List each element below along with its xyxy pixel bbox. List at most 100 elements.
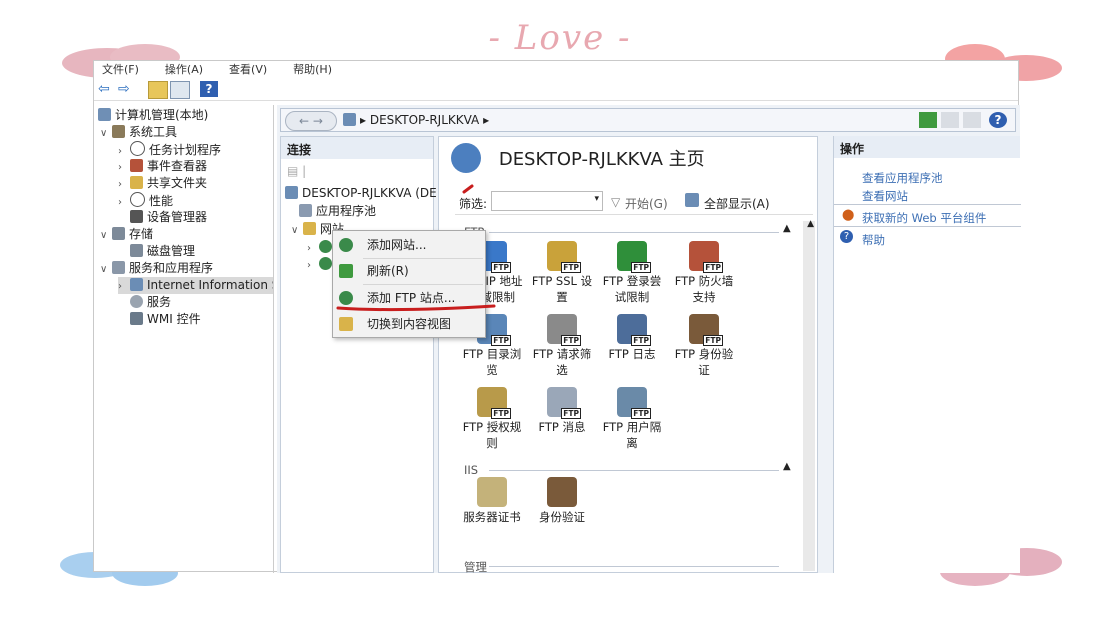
tree-device-manager[interactable]: 设备管理器: [130, 209, 207, 226]
feature-tile[interactable]: FTP FTP 用户隔离: [599, 387, 665, 451]
feature-icon: FTP: [617, 387, 651, 419]
device-manager-icon: [130, 210, 143, 223]
actions-divider: [834, 204, 1021, 205]
get-web-platform-link[interactable]: 获取新的 Web 平台组件: [862, 210, 986, 226]
scroll-up-icon[interactable]: ▲: [807, 219, 814, 229]
show-all-button[interactable]: 全部显示(A): [704, 195, 770, 212]
menu-separator: [363, 284, 483, 285]
tree-iis[interactable]: › Internet Information S: [118, 277, 273, 295]
collapse-ftp-icon[interactable]: ▲: [783, 223, 791, 234]
chevron-down-icon[interactable]: ∨: [100, 261, 112, 278]
tree-event-viewer[interactable]: › 事件查看器: [118, 158, 207, 175]
tree-device-manager-label: 设备管理器: [147, 210, 208, 224]
computer-icon: [98, 108, 111, 121]
conn-toolbar: ▤ |: [287, 164, 307, 178]
home-icon[interactable]: [963, 112, 981, 128]
feature-label: FTP 防火墙支持: [674, 274, 734, 304]
filter-label: 筛选:: [459, 197, 488, 211]
section-iis-divider: [489, 470, 779, 471]
feature-tile[interactable]: 服务器证书: [459, 477, 525, 525]
help-dropdown-icon[interactable]: ?: [989, 112, 1007, 128]
feature-tile[interactable]: FTP FTP 防火墙支持: [671, 241, 737, 305]
view-sites-link[interactable]: 查看网站: [862, 188, 908, 204]
chevron-down-icon[interactable]: ▾: [594, 194, 599, 204]
conn-server[interactable]: DESKTOP-RJLKKVA (DE: [285, 185, 437, 202]
feature-icon: FTP: [477, 387, 511, 419]
chevron-down-icon[interactable]: ∨: [100, 125, 112, 142]
tree-services[interactable]: 服务: [130, 294, 171, 311]
conn-server-label: DESKTOP-RJLKKVA (DE: [302, 186, 437, 200]
actions-title: 操作: [834, 136, 1020, 158]
tree-root[interactable]: 计算机管理(本地): [98, 107, 208, 124]
chevron-down-icon[interactable]: ∨: [100, 227, 112, 244]
feature-tile[interactable]: FTP FTP 授权规则: [459, 387, 525, 451]
chevron-right-icon[interactable]: ›: [118, 278, 130, 295]
feature-tile[interactable]: FTP FTP 登录尝试限制: [599, 241, 665, 305]
show-hide-tree-icon[interactable]: [170, 81, 190, 99]
feature-tile[interactable]: 身份验证: [529, 477, 595, 525]
feature-tile[interactable]: FTP FTP 日志: [599, 314, 665, 362]
menu-refresh[interactable]: 刷新(R): [333, 259, 485, 283]
help-icon[interactable]: ?: [200, 81, 218, 97]
menu-file[interactable]: 文件(F): [102, 63, 139, 75]
help-icon: ?: [840, 230, 853, 243]
tree-task-scheduler[interactable]: › 任务计划程序: [118, 141, 221, 158]
feature-tile[interactable]: FTP FTP 消息: [529, 387, 595, 435]
feature-tile[interactable]: FTP FTP SSL 设置: [529, 241, 595, 305]
tree-wmi-label: WMI 控件: [147, 312, 201, 326]
tree-shared-folders[interactable]: › 共享文件夹: [118, 175, 207, 192]
tree-wmi[interactable]: WMI 控件: [130, 311, 201, 328]
actions-divider-2: [834, 226, 1021, 227]
refresh-icon[interactable]: [919, 112, 937, 128]
iis-icon: [130, 278, 143, 291]
up-folder-icon[interactable]: [148, 81, 168, 99]
conn-app-pools[interactable]: 应用程序池: [299, 203, 376, 220]
tree-disk-management[interactable]: 磁盘管理: [130, 243, 195, 260]
back-arrow-icon[interactable]: ⇦: [98, 81, 116, 97]
chevron-right-icon[interactable]: ›: [118, 176, 130, 193]
ftp-badge: FTP: [561, 408, 581, 419]
chevron-right-icon[interactable]: ›: [307, 257, 319, 274]
feature-label: FTP 目录浏览: [462, 347, 522, 377]
forward-arrow-icon[interactable]: ⇨: [118, 81, 136, 97]
view-app-pools-link[interactable]: 查看应用程序池: [862, 170, 943, 186]
tree-storage[interactable]: ∨ 存储: [100, 226, 153, 243]
content-view-icon: [339, 317, 353, 331]
feature-label: FTP 日志: [608, 347, 656, 361]
feature-label: FTP 身份验证: [674, 347, 734, 377]
tree-services-apps[interactable]: ∨ 服务和应用程序: [100, 260, 213, 277]
tree-services-label: 服务: [147, 295, 172, 309]
console-tree: 计算机管理(本地) ∨ 系统工具 › 任务计划程序 › 事件查看器 › 共享文件夹 › 性…: [94, 105, 274, 573]
stop-icon[interactable]: [941, 112, 959, 128]
love-watermark: - Love -: [488, 18, 632, 58]
collapse-iis-icon[interactable]: ▲: [783, 461, 791, 472]
toolbar: ⇦ ⇨ ?: [94, 79, 1018, 101]
menu-view[interactable]: 查看(V): [229, 63, 267, 75]
breadcrumb-server[interactable]: DESKTOP-RJLKKVA: [370, 113, 479, 127]
chevron-right-icon[interactable]: ›: [307, 240, 319, 257]
section-ftp-divider: [489, 232, 779, 233]
ftp-badge: FTP: [491, 408, 511, 419]
menu-add-website[interactable]: 添加网站...: [333, 233, 485, 257]
red-mark-annotation: [462, 184, 474, 194]
feature-tile[interactable]: FTP FTP 身份验证: [671, 314, 737, 378]
menu-switch-content-view-label: 切换到内容视图: [367, 317, 452, 331]
clock-icon: [130, 141, 145, 156]
performance-icon: [130, 192, 145, 207]
tree-performance[interactable]: › 性能: [118, 192, 173, 209]
filter-input[interactable]: ▾: [491, 191, 603, 211]
chevron-right-icon[interactable]: ›: [118, 159, 130, 176]
nav-back-forward-button[interactable]: ← →: [285, 111, 337, 131]
menu-action[interactable]: 操作(A): [165, 63, 203, 75]
chevron-down-icon[interactable]: ∨: [291, 222, 303, 239]
chevron-right-icon[interactable]: ›: [118, 194, 130, 211]
menu-add-website-label: 添加网站...: [367, 238, 427, 252]
actions-panel: 操作 查看应用程序池 查看网站 ⬤ 获取新的 Web 平台组件 ? 帮助: [833, 136, 1021, 573]
menu-switch-content-view[interactable]: 切换到内容视图: [333, 312, 485, 336]
tree-system-tools[interactable]: ∨ 系统工具: [100, 124, 177, 141]
features-scrollbar[interactable]: [803, 221, 815, 571]
menu-help[interactable]: 帮助(H): [293, 63, 332, 75]
help-link[interactable]: 帮助: [862, 232, 885, 248]
feature-tile[interactable]: FTP FTP 请求筛选: [529, 314, 595, 378]
start-filter-button[interactable]: 开始(G): [625, 195, 668, 212]
